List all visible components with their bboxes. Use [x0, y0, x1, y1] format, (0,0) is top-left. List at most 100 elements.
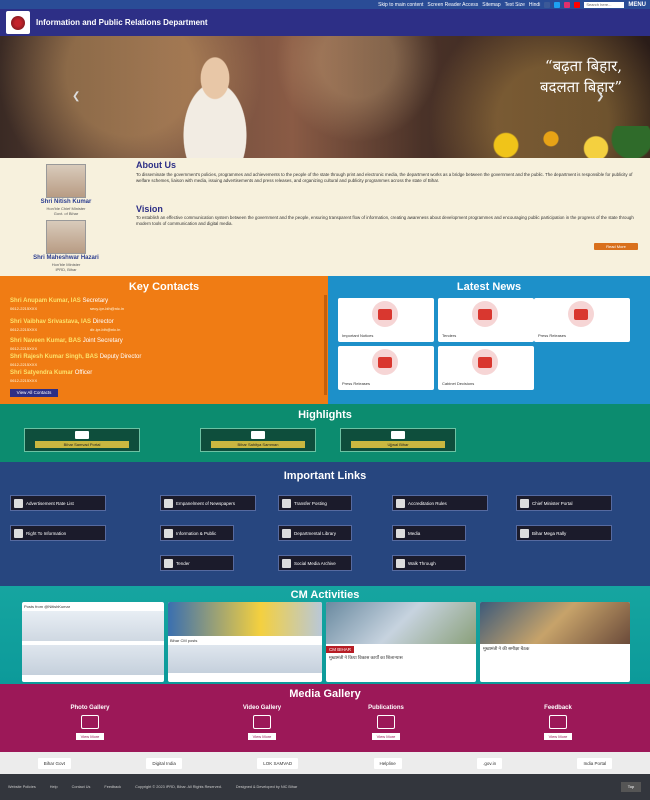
news-card[interactable]: Press Releases	[534, 298, 630, 342]
link-button[interactable]: Information & Public	[160, 525, 234, 541]
cm-activity-card[interactable]: CM BIHAR मुख्यमंत्री ने किया विकास कार्य…	[326, 602, 476, 682]
contact-name: Shri Rajesh Kumar Singh, BAS	[10, 354, 99, 360]
partner-logo[interactable]: India Portal	[577, 757, 613, 769]
link-label: Transfer Posting	[294, 500, 327, 506]
facebook-icon[interactable]	[544, 1, 551, 8]
news-card[interactable]: Tenders	[438, 298, 534, 342]
search-input[interactable]: Search here...	[584, 1, 625, 8]
slider-next-icon[interactable]: ❯	[596, 91, 604, 102]
media-item[interactable]: Video Gallery View More	[222, 705, 302, 740]
link-icon	[520, 528, 529, 538]
link-label: Tender	[176, 560, 190, 566]
instagram-icon[interactable]	[564, 1, 571, 8]
media-item[interactable]: Publications View More	[346, 705, 426, 740]
contact-item[interactable]: Shri Satyendra Kumar Officer	[10, 370, 92, 376]
footer-link[interactable]: Help	[50, 785, 58, 789]
contact-email[interactable]: secy-ipr-bih@nic.in	[90, 306, 124, 311]
partner-logos-bar: Bihar Govt Digital India LOK SAMVAD Help…	[0, 752, 650, 774]
link-button[interactable]: Right To Information	[10, 525, 106, 541]
department-title[interactable]: Information and Public Relations Departm…	[36, 18, 208, 27]
tweet-image	[22, 611, 164, 641]
media-label: Feedback	[544, 705, 572, 711]
read-more-button[interactable]: Read More	[594, 243, 638, 250]
cm-activity-caption: मुख्यमंत्री ने की समीक्षा बैठक	[483, 646, 530, 651]
media-item[interactable]: Photo Gallery View More	[50, 705, 130, 740]
link-button[interactable]: Bihar Mega Rally	[516, 525, 612, 541]
link-button[interactable]: Accreditation Rules	[392, 495, 488, 511]
link-button[interactable]: Advertisement Rate List	[10, 495, 106, 511]
banner-quote: “बढ़ता बिहार, बदलता बिहार”	[540, 56, 622, 98]
partner-logo[interactable]: Bihar Govt	[37, 757, 71, 769]
partner-logo[interactable]: LOK SAMVAD	[257, 757, 299, 769]
link-button[interactable]: Chief Minister Portal	[516, 495, 612, 511]
partner-logo[interactable]: .gov.in	[477, 757, 503, 769]
link-button[interactable]: Departmental Library	[278, 525, 352, 541]
link-button[interactable]: Social Media Archive	[278, 555, 352, 571]
notice-icon	[372, 301, 398, 327]
department-logo[interactable]	[6, 11, 30, 34]
twitter-feed-card[interactable]: Posts from @NitishKumar	[22, 602, 164, 682]
tweet-header: Bihar CM posts	[170, 638, 198, 643]
link-icon	[282, 498, 291, 508]
text-size-link[interactable]: Text Size	[505, 2, 525, 8]
link-button[interactable]: Tender	[160, 555, 234, 571]
contact-email[interactable]: dir-ipr-bih@nic.in	[90, 327, 120, 332]
highlights-heading: Highlights	[298, 409, 352, 421]
skip-link[interactable]: Skip to main content	[378, 2, 423, 8]
highlight-card[interactable]: Bihar Samvad Portal	[24, 428, 140, 452]
contacts-scrollbar[interactable]	[324, 295, 327, 395]
contact-phone: 0612-2215XXX	[10, 362, 38, 367]
link-button[interactable]: Walk Through	[392, 555, 466, 571]
view-more-button[interactable]: View More	[75, 733, 105, 740]
footer-link[interactable]: Feedback	[104, 785, 121, 789]
screen-reader-link[interactable]: Screen Reader Access	[427, 2, 478, 8]
footer-link[interactable]: Contact Us	[72, 785, 91, 789]
link-icon	[164, 498, 173, 508]
site-footer: Website Policies Help Contact Us Feedbac…	[0, 774, 650, 800]
view-more-button[interactable]: View More	[543, 733, 573, 740]
link-button[interactable]: Transfer Posting	[278, 495, 352, 511]
link-label: Social Media Archive	[294, 560, 336, 566]
important-links-heading: Important Links	[283, 470, 367, 482]
youtube-icon[interactable]	[574, 1, 581, 8]
link-label: Information & Public	[176, 530, 217, 536]
contact-item[interactable]: Shri Vaibhav Srivastava, IAS Director	[10, 319, 114, 325]
cm-activity-card[interactable]: मुख्यमंत्री ने की समीक्षा बैठक	[480, 602, 630, 682]
press-release-icon	[568, 301, 594, 327]
contact-name: Shri Naveen Kumar, BAS	[10, 338, 82, 344]
hero-banner: “बढ़ता बिहार, बदलता बिहार” ❮ ❯	[0, 36, 650, 158]
language-link[interactable]: Hindi	[529, 2, 540, 8]
contact-item[interactable]: Shri Anupam Kumar, IAS Secretary	[10, 298, 108, 304]
sitemap-link[interactable]: Sitemap	[482, 2, 500, 8]
link-button[interactable]: Media	[392, 525, 466, 541]
highlight-card[interactable]: Bihar Sahitya Samman	[200, 428, 316, 452]
partner-logo[interactable]: Helpline	[373, 757, 402, 769]
news-card[interactable]: Important Notices	[338, 298, 434, 342]
back-to-top-button[interactable]: Top	[621, 782, 641, 792]
contact-item[interactable]: Shri Rajesh Kumar Singh, BAS Deputy Dire…	[10, 354, 141, 360]
footer-link[interactable]: Website Policies	[8, 785, 36, 789]
highlight-card[interactable]: Ujjwal Bihar	[340, 428, 456, 452]
partner-logo[interactable]: Digital India	[146, 757, 182, 769]
contact-item[interactable]: Shri Naveen Kumar, BAS Joint Secretary	[10, 338, 123, 344]
view-more-button[interactable]: View More	[371, 733, 401, 740]
official-sub: Govt. of Bihar	[53, 211, 79, 216]
slider-prev-icon[interactable]: ❮	[72, 91, 80, 102]
contact-phone: 0612-2215XXX	[10, 306, 38, 311]
tweet-header: Posts from @NitishKumar	[24, 604, 71, 609]
news-card[interactable]: Cabinet Decisions	[438, 346, 534, 390]
link-button[interactable]: Empanelment of Newspapers	[160, 495, 256, 511]
media-item[interactable]: Feedback View More	[518, 705, 598, 740]
menu-button[interactable]: MENU	[628, 2, 646, 8]
about-section: Shri Nitish Kumar Hon'ble Chief Minister…	[0, 158, 650, 276]
copyright-text: Copyright © 2023 IPRD, Bihar. All Rights…	[135, 785, 222, 789]
news-card[interactable]: Press Releases	[338, 346, 434, 390]
link-icon	[282, 528, 291, 538]
highlight-icon	[391, 431, 405, 439]
view-all-contacts-button[interactable]: View All Contacts	[10, 389, 58, 397]
view-more-button[interactable]: View More	[247, 733, 277, 740]
chief-minister-photo	[160, 44, 270, 158]
twitter-feed-card[interactable]: Bihar CM posts	[168, 602, 322, 682]
twitter-icon[interactable]	[554, 1, 561, 8]
flowers-decoration	[470, 126, 650, 158]
